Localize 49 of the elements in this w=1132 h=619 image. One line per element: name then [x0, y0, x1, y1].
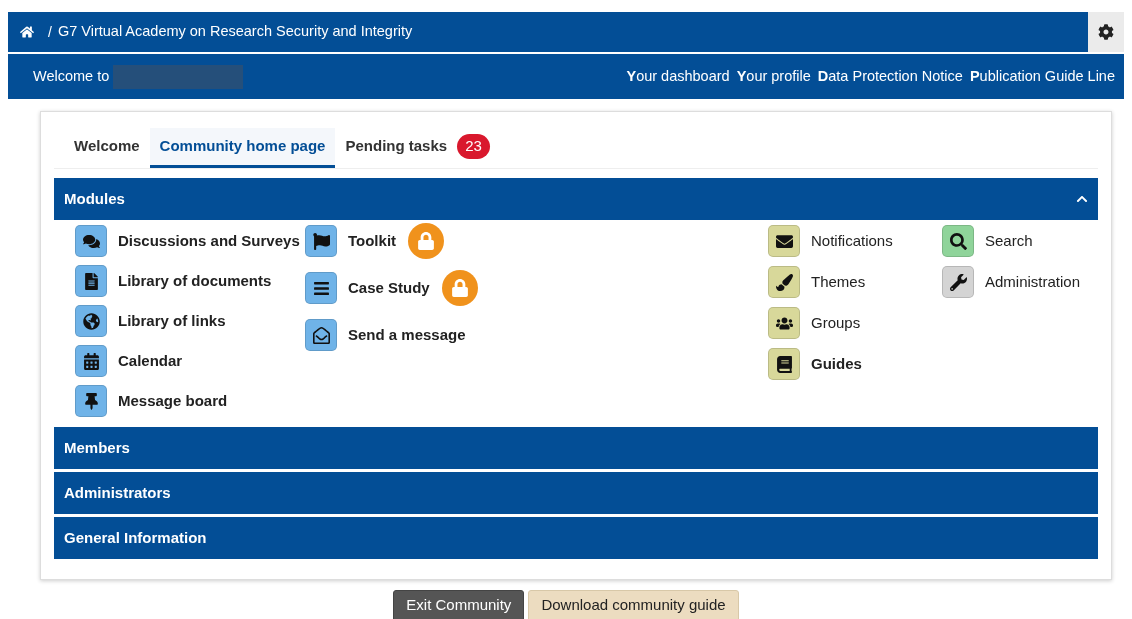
document-icon[interactable]: [75, 265, 107, 297]
breadcrumb-separator: /: [48, 22, 52, 42]
section-header[interactable]: Administrators: [54, 472, 1098, 514]
flag-icon[interactable]: [305, 225, 337, 257]
envelope-icon[interactable]: [305, 319, 337, 351]
module-link[interactable]: Guides: [811, 352, 862, 376]
wrench-icon[interactable]: [942, 266, 974, 298]
settings-icon: [1098, 24, 1114, 40]
paintbrush-icon[interactable]: [768, 266, 800, 298]
nav-link[interactable]: Publication Guide Line: [969, 65, 1115, 88]
module-link[interactable]: Library of links: [118, 309, 226, 333]
nav-link[interactable]: Your dashboard: [626, 65, 730, 88]
download-button[interactable]: Download community guide: [528, 590, 739, 619]
module-link[interactable]: Message board: [118, 389, 228, 413]
exit-button[interactable]: Exit Community: [393, 590, 525, 619]
module-link[interactable]: Library of documents: [118, 269, 272, 293]
nav-link[interactable]: Data Protection Notice: [817, 65, 963, 88]
calendar-icon[interactable]: [75, 345, 107, 377]
breadcrumb-title[interactable]: G7 Virtual Academy on Research Security and Integrity: [57, 21, 413, 43]
count-badge: 23: [457, 134, 490, 159]
welcome-text: Welcome to: [33, 66, 110, 86]
lines-icon[interactable]: [305, 272, 337, 304]
tab[interactable]: Community home page: [149, 128, 336, 168]
module-link[interactable]: Administration: [985, 270, 1081, 294]
module-link[interactable]: Toolkit: [348, 229, 397, 253]
module-link[interactable]: Search: [985, 229, 1033, 253]
pushpin-icon[interactable]: [75, 385, 107, 417]
section-header[interactable]: Modules: [54, 178, 1098, 220]
globe-icon[interactable]: [75, 305, 107, 337]
tab[interactable]: Pending tasks 23: [335, 128, 500, 168]
module-link[interactable]: Groups: [811, 311, 861, 335]
speech-bubbles-icon[interactable]: [75, 225, 107, 257]
module-link[interactable]: Calendar: [118, 349, 183, 373]
module-link[interactable]: Themes: [811, 270, 866, 294]
users-icon[interactable]: [768, 307, 800, 339]
chevron-up-icon: [1076, 193, 1088, 205]
section-header[interactable]: Members: [54, 427, 1098, 469]
envelope-icon[interactable]: [768, 225, 800, 257]
module-link[interactable]: Case Study: [348, 276, 430, 300]
module-link[interactable]: Notifications: [811, 229, 893, 253]
nav-link[interactable]: Your profile: [736, 65, 811, 88]
section-header[interactable]: General Information: [54, 517, 1098, 559]
search-icon[interactable]: [942, 225, 974, 257]
module-link[interactable]: Send a message: [348, 323, 466, 347]
settings-button[interactable]: [1088, 12, 1124, 52]
tab[interactable]: Welcome: [64, 128, 150, 168]
home-icon[interactable]: [20, 25, 34, 39]
book-icon[interactable]: [768, 348, 800, 380]
module-link[interactable]: Discussions and Surveys: [118, 229, 300, 253]
